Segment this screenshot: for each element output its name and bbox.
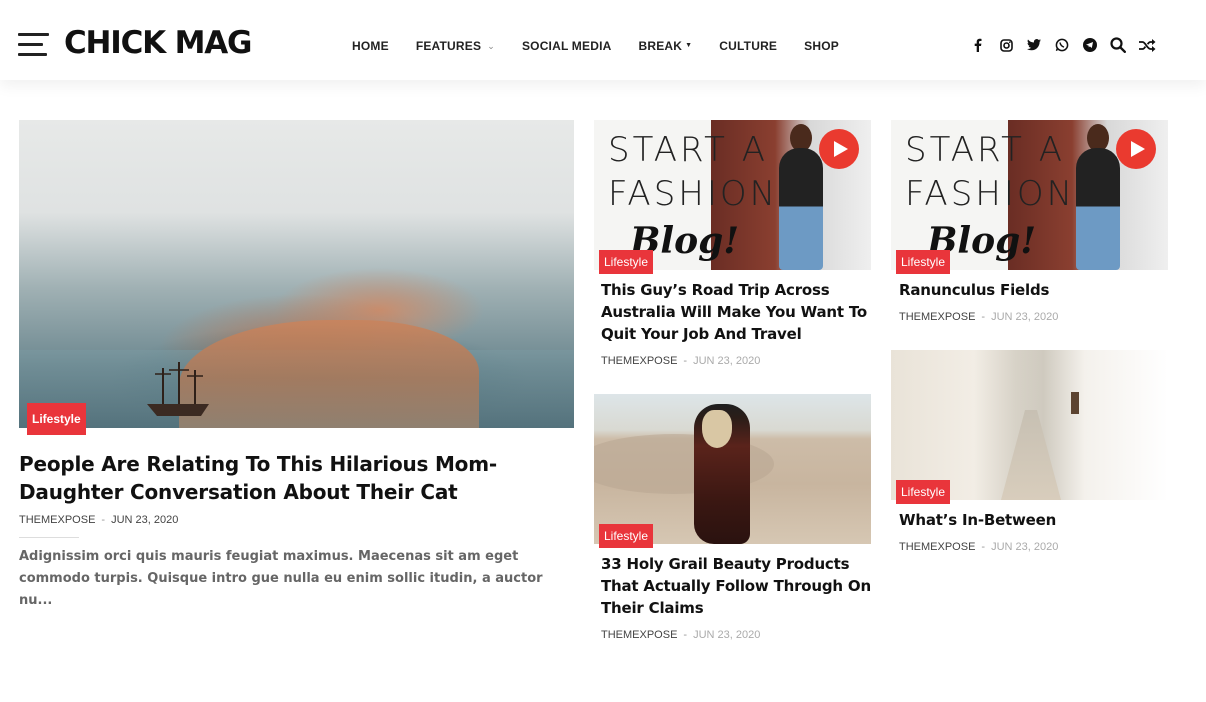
- post-image-4[interactable]: [891, 350, 1168, 500]
- post-date-3: JUN 23, 2020: [693, 629, 761, 641]
- hero-date: JUN 23, 2020: [111, 514, 179, 526]
- play-button[interactable]: [1116, 129, 1156, 169]
- nav-shop-label: SHOP: [804, 39, 839, 53]
- person-hair-shape: [702, 410, 732, 448]
- post-image-1[interactable]: START A FASHION Blog!: [594, 120, 871, 270]
- post-meta-separator-4: -: [981, 541, 986, 553]
- post-meta-3: THEMEXPOSE - JUN 23, 2020: [601, 628, 760, 642]
- twitter-icon[interactable]: [1026, 34, 1042, 56]
- image-text-line-1: START A: [905, 130, 1065, 170]
- post-title-2[interactable]: Ranunculus Fields: [899, 279, 1169, 301]
- post-author-2[interactable]: THEMEXPOSE: [899, 311, 975, 323]
- play-icon: [1130, 141, 1145, 157]
- window-shape: [1071, 392, 1079, 414]
- telegram-icon[interactable]: [1082, 34, 1098, 56]
- hero-meta: THEMEXPOSE - JUN 23, 2020: [19, 513, 178, 527]
- post-image-2[interactable]: START A FASHION Blog!: [891, 120, 1168, 270]
- hero-meta-separator: -: [101, 514, 106, 526]
- whatsapp-icon[interactable]: [1054, 34, 1070, 56]
- chevron-down-icon: ⌄: [487, 41, 495, 51]
- post-title-1[interactable]: This Guy’s Road Trip Across Australia Wi…: [601, 279, 871, 345]
- nav-social-media-label: SOCIAL MEDIA: [521, 39, 612, 53]
- post-title-3[interactable]: 33 Holy Grail Beauty Products That Actua…: [601, 553, 871, 619]
- alley-path-shape: [1001, 410, 1061, 500]
- image-text-line-2: FASHION: [608, 174, 779, 214]
- post-date-2: JUN 23, 2020: [991, 311, 1059, 323]
- ship-shape: [147, 362, 209, 416]
- instagram-icon[interactable]: [998, 34, 1014, 56]
- search-icon[interactable]: [1110, 34, 1126, 56]
- post-author-3[interactable]: THEMEXPOSE: [601, 629, 677, 641]
- post-meta-4: THEMEXPOSE - JUN 23, 2020: [899, 540, 1058, 554]
- person-shape: [779, 148, 823, 270]
- main-nav: HOME FEATURES ⌄ SOCIAL MEDIA BREAK ▼ CULTU…: [352, 38, 866, 54]
- post-meta-separator-2: -: [981, 311, 986, 323]
- play-button[interactable]: [819, 129, 859, 169]
- hero-divider: [19, 537, 79, 538]
- site-header: CHICK MAG HOME FEATURES ⌄ SOCIAL MEDIA BR…: [0, 0, 1206, 80]
- site-logo[interactable]: CHICK MAG: [64, 24, 252, 62]
- caret-down-icon: ▼: [685, 42, 693, 49]
- city-shape: [179, 320, 479, 428]
- person-shape: [1076, 148, 1120, 270]
- nav-social-media[interactable]: SOCIAL MEDIA: [522, 38, 612, 54]
- nav-features-label: FEATURES: [415, 39, 482, 53]
- play-icon: [833, 141, 848, 157]
- nav-home[interactable]: HOME: [352, 38, 389, 54]
- post-date-4: JUN 23, 2020: [991, 541, 1059, 553]
- post-category-badge-2[interactable]: Lifestyle: [896, 250, 951, 274]
- post-meta-separator-1: -: [683, 355, 688, 367]
- hero-author[interactable]: THEMEXPOSE: [19, 514, 95, 526]
- nav-break[interactable]: BREAK ▼: [638, 38, 692, 54]
- hero-title[interactable]: People Are Relating To This Hilarious Mo…: [19, 450, 539, 506]
- post-image-3[interactable]: [594, 394, 871, 544]
- menu-icon[interactable]: [18, 33, 50, 57]
- post-author-1[interactable]: THEMEXPOSE: [601, 355, 677, 367]
- nav-shop[interactable]: SHOP: [804, 38, 839, 54]
- nav-break-label: BREAK: [638, 39, 683, 53]
- nav-features[interactable]: FEATURES ⌄: [416, 38, 495, 54]
- image-text-line-2: FASHION: [905, 174, 1076, 214]
- post-author-4[interactable]: THEMEXPOSE: [899, 541, 975, 553]
- shuffle-icon[interactable]: [1138, 34, 1156, 56]
- hero-excerpt: Adignissim orci quis mauris feugiat maxi…: [19, 549, 543, 608]
- post-title-4[interactable]: What’s In-Between: [899, 509, 1169, 531]
- hero-image[interactable]: [19, 120, 574, 428]
- nav-home-label: HOME: [352, 39, 389, 53]
- post-meta-1: THEMEXPOSE - JUN 23, 2020: [601, 354, 760, 368]
- post-meta-separator-3: -: [683, 629, 688, 641]
- post-category-badge-1[interactable]: Lifestyle: [599, 250, 654, 274]
- image-text: START A FASHION: [608, 128, 778, 216]
- post-meta-2: THEMEXPOSE - JUN 23, 2020: [899, 310, 1058, 324]
- nav-culture[interactable]: CULTURE: [719, 38, 777, 54]
- image-text-line-1: START A: [608, 130, 768, 170]
- hero-category-badge[interactable]: Lifestyle: [27, 403, 86, 435]
- post-category-badge-3[interactable]: Lifestyle: [599, 524, 654, 548]
- image-text: START A FASHION: [905, 128, 1075, 216]
- post-date-1: JUN 23, 2020: [693, 355, 761, 367]
- nav-culture-label: CULTURE: [719, 39, 778, 53]
- post-category-badge-4[interactable]: Lifestyle: [896, 480, 951, 504]
- social-icons: [970, 34, 1168, 56]
- facebook-icon[interactable]: [970, 34, 986, 56]
